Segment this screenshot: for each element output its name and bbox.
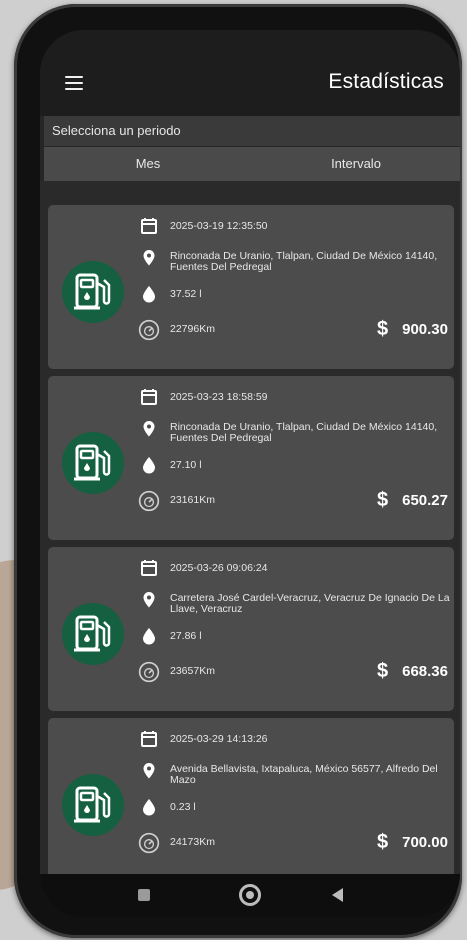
nav-recents-icon[interactable] (138, 889, 150, 901)
drop-icon (143, 628, 155, 645)
record-price: $668.36 (377, 659, 448, 682)
page-title: Estadísticas (328, 70, 444, 93)
record-odometer: 24173Km (170, 836, 215, 848)
nav-home-icon[interactable] (239, 884, 261, 906)
record-address: Rinconada De Uranio, Tlalpan, Ciudad De … (170, 421, 438, 444)
calendar-icon (141, 389, 157, 405)
screen: Estadísticas Selecciona un periodo Mes I… (40, 30, 460, 918)
record-amount: 668.36 (402, 663, 448, 680)
fuel-pump-icon (62, 603, 124, 665)
menu-icon[interactable] (65, 76, 83, 90)
record-amount: 650.27 (402, 492, 448, 509)
record-card[interactable]: 2025-03-19 12:35:50 Rinconada De Uranio,… (48, 205, 454, 369)
drop-icon (143, 286, 155, 303)
phone-frame: Estadísticas Selecciona un periodo Mes I… (14, 4, 462, 938)
record-volume: 37.52 l (170, 288, 202, 300)
record-date: 2025-03-29 14:13:26 (170, 733, 268, 745)
record-odometer: 23657Km (170, 665, 215, 677)
record-volume: 0.23 l (170, 801, 196, 813)
period-header: Selecciona un periodo (44, 116, 460, 146)
calendar-icon (141, 731, 157, 747)
record-volume: 27.10 l (170, 459, 202, 471)
location-pin-icon (143, 421, 155, 437)
record-card[interactable]: 2025-03-26 09:06:24 Carretera José Carde… (48, 547, 454, 711)
calendar-icon (141, 218, 157, 234)
odometer-icon (138, 661, 160, 683)
fuel-pump-icon (62, 261, 124, 323)
record-odometer: 23161Km (170, 494, 215, 506)
currency-symbol: $ (376, 318, 389, 340)
currency-symbol: $ (376, 831, 389, 853)
record-date: 2025-03-19 12:35:50 (170, 220, 268, 232)
period-tabs: Mes Intervalo (44, 147, 460, 181)
tab-intervalo[interactable]: Intervalo (252, 147, 460, 181)
record-date: 2025-03-26 09:06:24 (170, 562, 268, 574)
record-address: Avenida Bellavista, Ixtapaluca, México 5… (170, 763, 438, 786)
records-list[interactable]: 2025-03-19 12:35:50 Rinconada De Uranio,… (40, 181, 460, 882)
record-date: 2025-03-23 18:58:59 (170, 391, 268, 403)
odometer-icon (138, 319, 160, 341)
record-amount: 900.30 (402, 321, 448, 338)
record-amount: 700.00 (402, 834, 448, 851)
currency-symbol: $ (376, 489, 389, 511)
record-address: Rinconada De Uranio, Tlalpan, Ciudad De … (170, 250, 438, 273)
location-pin-icon (143, 592, 155, 608)
location-pin-icon (143, 763, 155, 779)
record-price: $700.00 (377, 830, 448, 853)
app-bar: Estadísticas (40, 30, 460, 116)
record-price: $650.27 (377, 488, 448, 511)
drop-icon (143, 799, 155, 816)
fuel-pump-icon (62, 432, 124, 494)
record-card[interactable]: 2025-03-23 18:58:59 Rinconada De Uranio,… (48, 376, 454, 540)
record-price: $900.30 (377, 317, 448, 340)
system-nav-bar (40, 874, 460, 918)
currency-symbol: $ (376, 660, 389, 682)
fuel-pump-icon (62, 774, 124, 836)
record-address: Carretera José Cardel-Veracruz, Veracruz… (170, 592, 450, 615)
record-odometer: 22796Km (170, 323, 215, 335)
drop-icon (143, 457, 155, 474)
odometer-icon (138, 832, 160, 854)
nav-back-icon[interactable] (332, 888, 343, 902)
tab-mes[interactable]: Mes (44, 147, 252, 181)
period-label: Selecciona un periodo (52, 123, 181, 138)
record-card[interactable]: 2025-03-29 14:13:26 Avenida Bellavista, … (48, 718, 454, 882)
calendar-icon (141, 560, 157, 576)
location-pin-icon (143, 250, 155, 266)
record-volume: 27.86 l (170, 630, 202, 642)
odometer-icon (138, 490, 160, 512)
